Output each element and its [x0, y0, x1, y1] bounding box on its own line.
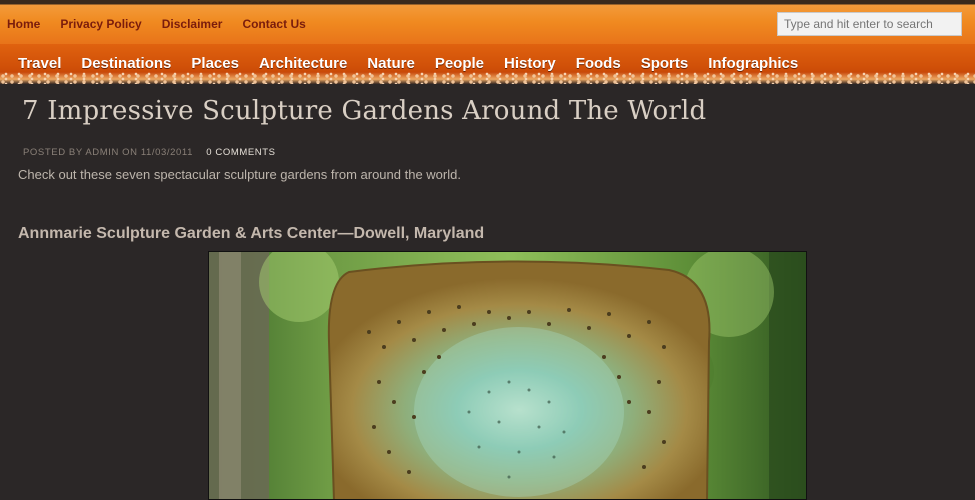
sculpture-photo	[208, 251, 807, 500]
main-nav-infographics[interactable]: Infographics	[708, 55, 798, 72]
main-nav-nature[interactable]: Nature	[367, 55, 415, 72]
top-utility-bar: Home Privacy Policy Disclaimer Contact U…	[0, 0, 975, 44]
main-nav-foods[interactable]: Foods	[576, 55, 621, 72]
main-nav-places[interactable]: Places	[191, 55, 239, 72]
main-nav-history[interactable]: History	[504, 55, 556, 72]
comments-link[interactable]: 0 COMMENTS	[206, 147, 275, 158]
main-nav-people[interactable]: People	[435, 55, 484, 72]
nav-contact-us-link[interactable]: Contact Us	[242, 17, 305, 31]
main-nav-items: Travel Destinations Places Architecture …	[18, 55, 818, 72]
main-nav-sports[interactable]: Sports	[641, 55, 689, 72]
post-meta: POSTED BY ADMIN ON 11/03/2011 0 COMMENTS	[23, 147, 276, 158]
nav-privacy-policy-link[interactable]: Privacy Policy	[60, 17, 141, 31]
sculpture-image	[209, 252, 806, 499]
main-nav: Travel Destinations Places Architecture …	[0, 44, 975, 84]
post-author-date: POSTED BY ADMIN ON 11/03/2011	[23, 147, 193, 158]
post-intro: Check out these seven spectacular sculpt…	[18, 167, 461, 182]
post-title: 7 Impressive Sculpture Gardens Around Th…	[22, 96, 707, 126]
main-nav-destinations[interactable]: Destinations	[81, 55, 171, 72]
main-nav-architecture[interactable]: Architecture	[259, 55, 347, 72]
search-input[interactable]	[777, 12, 962, 36]
nav-home-link[interactable]: Home	[7, 17, 40, 31]
main-nav-travel[interactable]: Travel	[18, 55, 61, 72]
section-heading: Annmarie Sculpture Garden & Arts Center—…	[18, 225, 485, 242]
top-links: Home Privacy Policy Disclaimer Contact U…	[7, 17, 326, 31]
nav-torn-edge-decoration	[0, 72, 975, 84]
nav-disclaimer-link[interactable]: Disclaimer	[162, 17, 223, 31]
